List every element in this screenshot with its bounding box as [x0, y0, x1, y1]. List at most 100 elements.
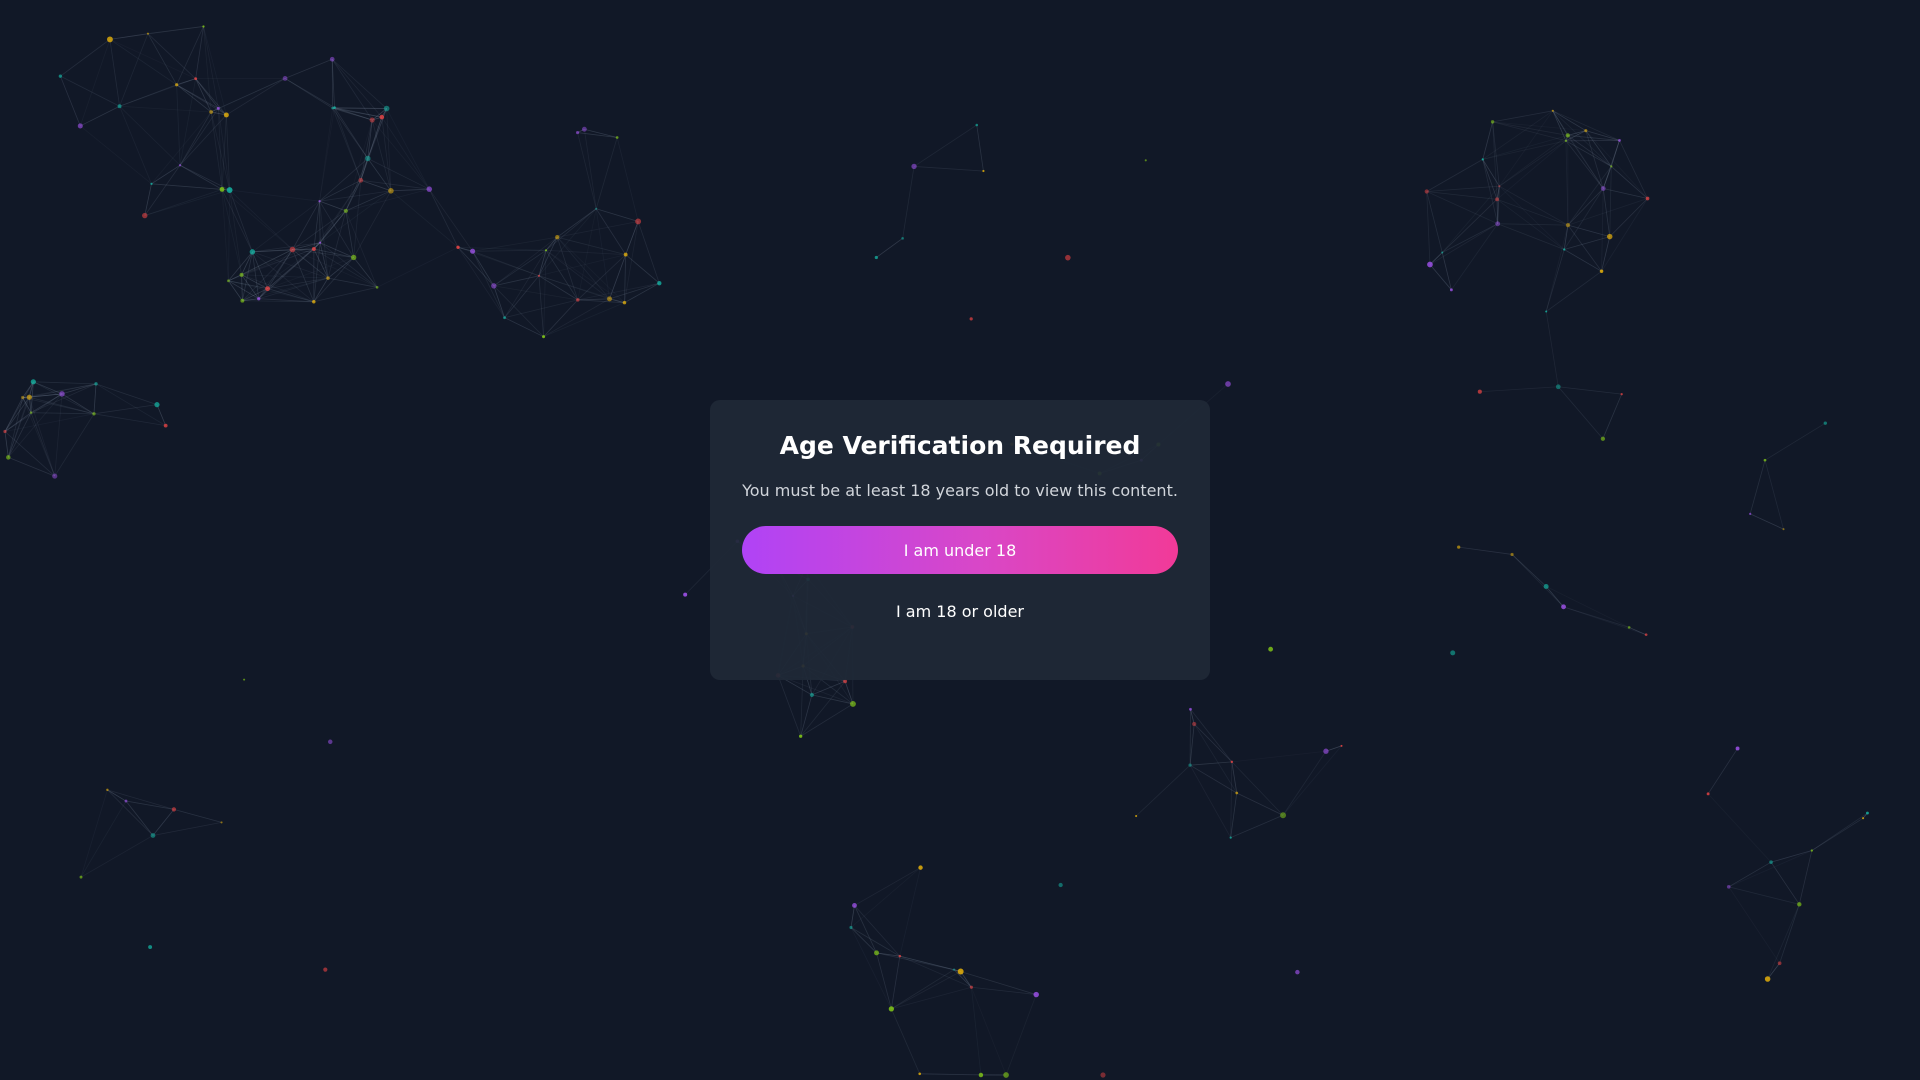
network-node [326, 276, 330, 280]
network-edge [1458, 546, 1513, 555]
network-node [383, 105, 390, 112]
network-edge [538, 275, 544, 337]
network-node [154, 402, 160, 408]
network-node [1003, 1072, 1009, 1078]
network-edge [493, 285, 505, 318]
age-verification-modal: Age Verification Required You must be at… [710, 400, 1210, 680]
network-node [1230, 760, 1234, 764]
network-edge [1602, 188, 1611, 237]
network-node [1600, 186, 1606, 191]
network-edge [80, 800, 127, 878]
network-edge [545, 250, 579, 301]
network-edge [252, 251, 329, 279]
network-node [898, 954, 902, 958]
network-node [26, 394, 32, 400]
network-edge [152, 809, 175, 836]
network-node [1192, 721, 1197, 727]
network-node [1225, 381, 1231, 387]
network-edge [971, 987, 1007, 1076]
network-edge [319, 108, 333, 202]
network-node [30, 379, 36, 385]
network-node [175, 83, 179, 87]
network-edge [1492, 121, 1567, 142]
network-node [1065, 254, 1071, 261]
network-edge [229, 189, 253, 253]
network-node [311, 246, 316, 251]
network-node [623, 252, 628, 257]
network-node [635, 218, 642, 225]
network-node [1058, 882, 1063, 888]
network-edge [1479, 386, 1559, 393]
network-edge [876, 952, 892, 1009]
network-node [657, 281, 662, 286]
network-node [503, 316, 506, 320]
network-edge [33, 381, 95, 415]
over-18-button[interactable]: I am 18 or older [884, 596, 1036, 627]
network-edge [93, 404, 158, 415]
under-18-button[interactable]: I am under 18 [742, 526, 1178, 574]
network-edge [1767, 904, 1800, 980]
network-edge [1564, 249, 1602, 272]
network-node [544, 249, 548, 252]
network-edge [1611, 166, 1648, 199]
network-edge [284, 78, 333, 109]
network-edge [577, 132, 618, 138]
network-edge [595, 137, 618, 209]
network-node [849, 700, 856, 707]
network-edge [229, 189, 293, 250]
network-node [975, 123, 979, 127]
network-edge [1557, 386, 1604, 439]
network-node [29, 411, 33, 414]
network-node [555, 235, 560, 240]
network-node [1457, 545, 1461, 549]
network-edge [93, 413, 166, 427]
network-edge [93, 383, 97, 414]
network-edge [1779, 904, 1800, 964]
network-node [1782, 528, 1785, 531]
network-node [148, 945, 153, 950]
network-edge [1628, 627, 1647, 636]
network-edge [913, 124, 977, 167]
network-node [106, 788, 109, 792]
network-edge [538, 208, 597, 277]
network-edge [1193, 723, 1233, 763]
network-node [809, 692, 814, 697]
network-node [1565, 222, 1571, 228]
network-edge [891, 986, 972, 1010]
network-node [874, 950, 879, 956]
network-node [219, 186, 225, 192]
network-node [52, 473, 58, 479]
network-edge [1567, 130, 1586, 136]
network-edge [371, 119, 430, 190]
network-edge [1585, 130, 1604, 189]
network-node [350, 254, 357, 261]
network-node [982, 169, 985, 173]
network-edge [1567, 224, 1602, 272]
network-node [289, 246, 296, 253]
network-node [1584, 129, 1588, 133]
network-edge [596, 208, 639, 222]
network-node [1706, 792, 1710, 796]
network-node [1100, 1072, 1106, 1078]
network-edge [144, 189, 230, 216]
network-node [1810, 849, 1814, 852]
network-node [1135, 814, 1138, 818]
network-node [1618, 139, 1621, 142]
network-node [1551, 109, 1554, 112]
network-edge [428, 188, 459, 248]
network-edge [971, 986, 1037, 995]
network-edge [1426, 185, 1500, 192]
network-node [1627, 626, 1631, 629]
network-edge [1601, 236, 1611, 272]
network-node [202, 25, 205, 28]
network-edge [876, 238, 903, 258]
network-edge [1728, 850, 1813, 888]
network-edge [176, 84, 219, 109]
network-node [59, 391, 65, 397]
network-edge [1764, 422, 1826, 461]
network-node [249, 249, 256, 255]
network-node [323, 967, 328, 972]
network-edge [1193, 723, 1238, 794]
network-node [1477, 389, 1482, 394]
network-edge [1707, 748, 1738, 795]
